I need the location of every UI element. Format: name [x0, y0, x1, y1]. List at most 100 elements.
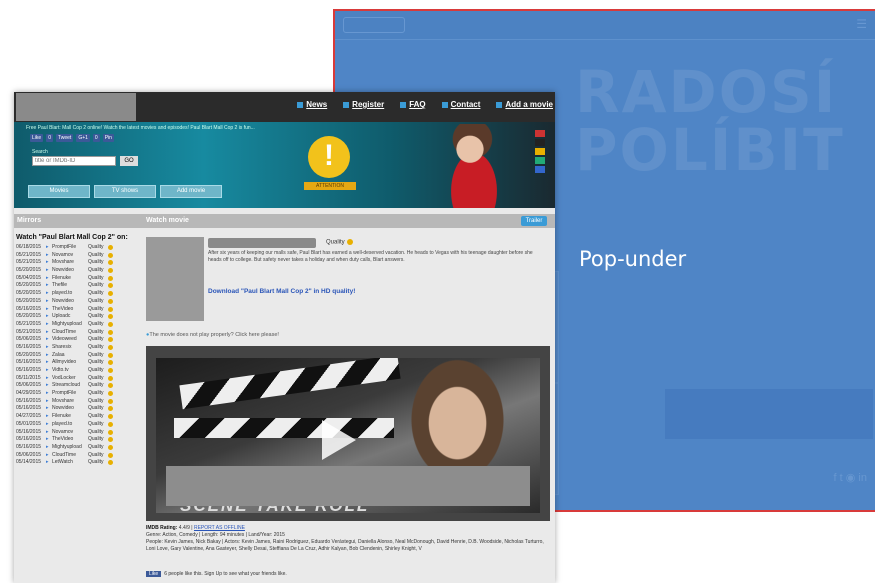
category-tv-shows-button[interactable]: TV shows — [94, 185, 156, 198]
nav-register[interactable]: Register — [343, 100, 384, 109]
category-movies-button[interactable]: Movies — [28, 185, 90, 198]
attention-label[interactable]: ATTENTION — [304, 182, 356, 190]
mirror-row[interactable]: 05/06/2015 ▸ Videoweed Quality — [16, 336, 140, 344]
mirror-host[interactable]: Vidto.tv — [52, 367, 88, 375]
flag-icon[interactable] — [535, 148, 545, 155]
download-hd-link[interactable]: Download "Paul Blart Mall Cop 2" in HD q… — [208, 288, 355, 295]
mirror-row[interactable]: 05/21/2015 ▸ Movshare Quality — [16, 259, 140, 267]
tweet-button[interactable]: Tweet — [55, 134, 74, 142]
mirror-row[interactable]: 05/16/2015 ▸ Nowvideo Quality — [16, 405, 140, 413]
mirror-host[interactable]: PromptFile — [52, 390, 88, 398]
movie-poster[interactable] — [146, 237, 204, 321]
mirror-quality: Quality — [88, 259, 104, 266]
mirror-row[interactable]: 05/21/2015 ▸ CloudTime Quality — [16, 329, 140, 337]
mirror-row[interactable]: 05/01/2015 ▸ played.to Quality — [16, 421, 140, 429]
mirror-host[interactable]: played.to — [52, 421, 88, 429]
trailer-button[interactable]: Trailer — [521, 216, 547, 226]
mirror-host[interactable]: CloudTime — [52, 452, 88, 460]
video-player[interactable]: SCENE TAKE ROLL — [146, 346, 550, 521]
mirror-host[interactable]: Movshare — [52, 259, 88, 267]
playback-notice-link[interactable]: The movie does not play properly? Click … — [146, 332, 279, 338]
mirror-row[interactable]: 05/20/2015 ▸ played.to Quality — [16, 290, 140, 298]
mirror-host[interactable]: Nowvideo — [52, 267, 88, 275]
video-ad-overlay[interactable] — [166, 466, 530, 506]
mirror-row[interactable]: 05/16/2015 ▸ Mightyupload Quality — [16, 444, 140, 452]
mirror-row[interactable]: 05/20/2015 ▸ Nowvideo Quality — [16, 298, 140, 306]
mirror-quality: Quality — [88, 405, 104, 412]
mirror-host[interactable]: Zalaa — [52, 352, 88, 360]
like-count: 0 — [46, 134, 53, 142]
mirror-host[interactable]: TheVideo — [52, 306, 88, 314]
mirror-host[interactable]: TheVideo — [52, 436, 88, 444]
mirror-row[interactable]: 05/16/2015 ▸ Allmyvideo Quality — [16, 359, 140, 367]
flag-icon[interactable] — [535, 166, 545, 173]
nav-news[interactable]: News — [297, 100, 327, 109]
mirror-row[interactable]: 05/16/2015 ▸ TheVideo Quality — [16, 306, 140, 314]
mirror-date: 05/06/2015 — [16, 336, 42, 343]
mirror-row[interactable]: 05/06/2015 ▸ CloudTime Quality — [16, 452, 140, 460]
category-add-movie-button[interactable]: Add movie — [160, 185, 222, 198]
mirror-row[interactable]: 05/16/2015 ▸ Sharesix Quality — [16, 344, 140, 352]
mirror-row[interactable]: 05/20/2015 ▸ Zalaa Quality — [16, 352, 140, 360]
mirror-host[interactable]: Uploadc — [52, 313, 88, 321]
mirror-host[interactable]: Mightyupload — [52, 321, 88, 329]
mirror-row[interactable]: 05/21/2015 ▸ Novamov Quality — [16, 252, 140, 260]
quality-icon — [108, 268, 113, 274]
mirror-host[interactable]: LetWatch — [52, 459, 88, 467]
mirror-host[interactable]: Videoweed — [52, 336, 88, 344]
mirror-host[interactable]: Sharesix — [52, 344, 88, 352]
mirror-quality: Quality — [88, 336, 104, 343]
nav-faq[interactable]: FAQ — [400, 100, 425, 109]
google-plus-button[interactable]: G+1 — [76, 134, 90, 142]
mirror-row[interactable]: 05/14/2015 ▸ LetWatch Quality — [16, 459, 140, 467]
clapperboard-bottom — [174, 418, 394, 438]
facebook-like-button-bottom[interactable]: Like — [146, 571, 162, 577]
mirror-row[interactable]: 04/27/2015 ▸ Filenuke Quality — [16, 413, 140, 421]
report-offline-link[interactable]: REPORT AS OFFLINE — [194, 525, 245, 531]
mirror-row[interactable]: 04/29/2015 ▸ PromptFile Quality — [16, 390, 140, 398]
mirror-row[interactable]: 05/06/2015 ▸ Streamcloud Quality — [16, 382, 140, 390]
mirror-host[interactable]: Filenuke — [52, 275, 88, 283]
mirror-row[interactable]: 05/16/2015 ▸ Vidto.tv Quality — [16, 367, 140, 375]
flag-icon[interactable] — [535, 157, 545, 164]
mirror-host[interactable]: Nowvideo — [52, 405, 88, 413]
play-icon[interactable] — [322, 420, 356, 460]
flag-icon[interactable] — [535, 130, 545, 137]
mirror-host[interactable]: Novamov — [52, 252, 88, 260]
mirror-row[interactable]: 05/16/2015 ▸ TheVideo Quality — [16, 436, 140, 444]
mirror-host[interactable]: CloudTime — [52, 329, 88, 337]
attention-icon[interactable]: ! — [308, 136, 350, 178]
mirror-host[interactable]: Thefile — [52, 282, 88, 290]
search-go-button[interactable]: GO — [120, 156, 138, 166]
mirror-row[interactable]: 05/11/2015 ▸ VodLocker Quality — [16, 375, 140, 383]
mirror-host[interactable]: Movshare — [52, 398, 88, 406]
mirror-row[interactable]: 05/20/2015 ▸ Uploadc Quality — [16, 313, 140, 321]
mirror-row[interactable]: 05/20/2015 ▸ Thefile Quality — [16, 282, 140, 290]
video-frame[interactable]: SCENE TAKE ROLL — [156, 358, 540, 513]
mirror-row[interactable]: 05/16/2015 ▸ Movshare Quality — [16, 398, 140, 406]
nav-contact[interactable]: Contact — [442, 100, 481, 109]
mirror-row[interactable]: 05/21/2015 ▸ Mightyupload Quality — [16, 321, 140, 329]
mirror-host[interactable]: PromptFile — [52, 244, 88, 252]
mirror-row[interactable]: 06/18/2015 ▸ PromptFile Quality — [16, 244, 140, 252]
pin-button[interactable]: Pin — [102, 134, 114, 142]
quality-icon — [108, 368, 113, 373]
mirror-host[interactable]: Allmyvideo — [52, 359, 88, 367]
search-input[interactable] — [32, 156, 116, 166]
mirror-host[interactable]: VodLocker — [52, 375, 88, 383]
mirror-host[interactable]: played.to — [52, 290, 88, 298]
flag-icon[interactable] — [535, 139, 545, 146]
movie-info: IMDB Rating: 4.4/9 | REPORT AS OFFLINE G… — [146, 525, 550, 553]
mirror-host[interactable]: Nowvideo — [52, 298, 88, 306]
like-text: 6 people like this. Sign Up to see what … — [164, 571, 287, 577]
mirror-row[interactable]: 05/20/2015 ▸ Nowvideo Quality — [16, 267, 140, 275]
mirror-row[interactable]: 05/04/2015 ▸ Filenuke Quality — [16, 275, 140, 283]
mirror-row[interactable]: 05/16/2015 ▸ Novamov Quality — [16, 429, 140, 437]
mirror-host[interactable]: Mightyupload — [52, 444, 88, 452]
mirror-host[interactable]: Streamcloud — [52, 382, 88, 390]
nav-add-movie[interactable]: Add a movie — [496, 100, 553, 109]
site-logo[interactable] — [16, 93, 136, 121]
mirror-host[interactable]: Novamov — [52, 429, 88, 437]
facebook-like-button[interactable]: Like — [30, 134, 44, 142]
mirror-host[interactable]: Filenuke — [52, 413, 88, 421]
